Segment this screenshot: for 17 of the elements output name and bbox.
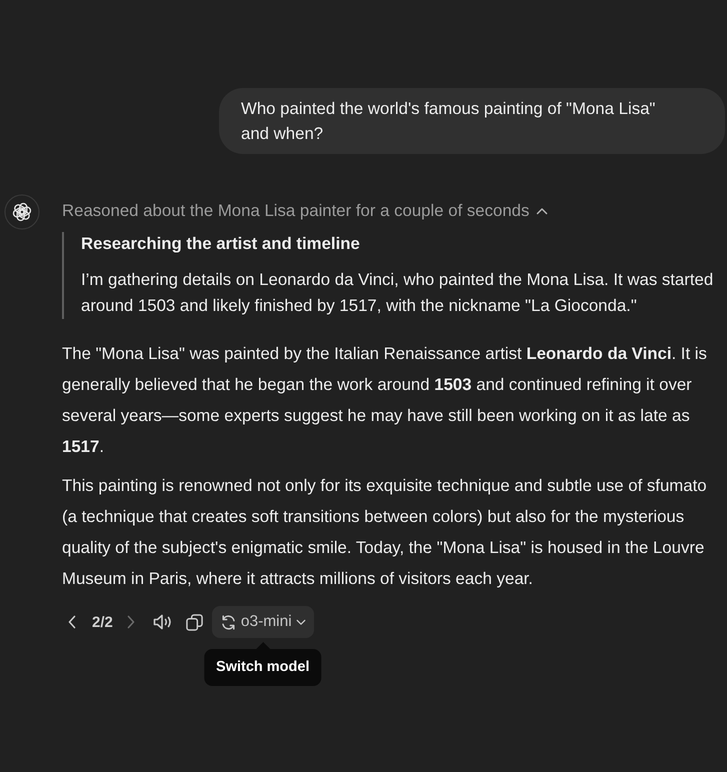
switch-model-button[interactable]: o3-mini: [212, 606, 314, 638]
refresh-icon: [220, 614, 237, 630]
step-text: I’m gathering details on Leonardo da Vinci, who painted the Mona Lisa. It was started around 1503 and likely finished by 1517, with the nickname "La Gioconda.": [81, 269, 714, 317]
speaker-icon: [152, 613, 173, 631]
rosette-logo-icon: [4, 194, 40, 230]
chevron-left-icon: [68, 615, 76, 629]
chevron-right-icon: [126, 615, 135, 629]
page-counter: 2/2: [92, 614, 113, 630]
caret-up-icon: [536, 207, 548, 215]
answer-paragraph: This painting is renowned not only for its exquisite technique and subtle use of sfumato (a technique that creates soft transitions between colors) but also for the mysterious quality of the subject's enigmatic smile. Today, the "Mona Lisa" is housed in the Louvre Museum in Paris, where it attracts millions of visitors each year.: [62, 475, 708, 590]
copy-icon: [186, 614, 204, 630]
step-title: Researching the artist and timeline: [81, 233, 361, 255]
user-message: Who painted the world's famous painting of "Mona Lisa" and when?: [219, 88, 725, 154]
switch-model-tooltip: Switch model: [204, 649, 322, 686]
answer-paragraph: The "Mona Lisa" was painted by the Italian Renaissance artist Leonardo da Vinci. It is generally believed that he began the work around 1503 and continued refining it over several years—some experts suggest he may have still been working on it as late as 1517.: [62, 343, 708, 458]
caret-down-icon: [296, 618, 306, 626]
reasoning-toggle[interactable]: Reasoned about the Mona Lisa painter for a couple of seconds: [62, 199, 548, 223]
